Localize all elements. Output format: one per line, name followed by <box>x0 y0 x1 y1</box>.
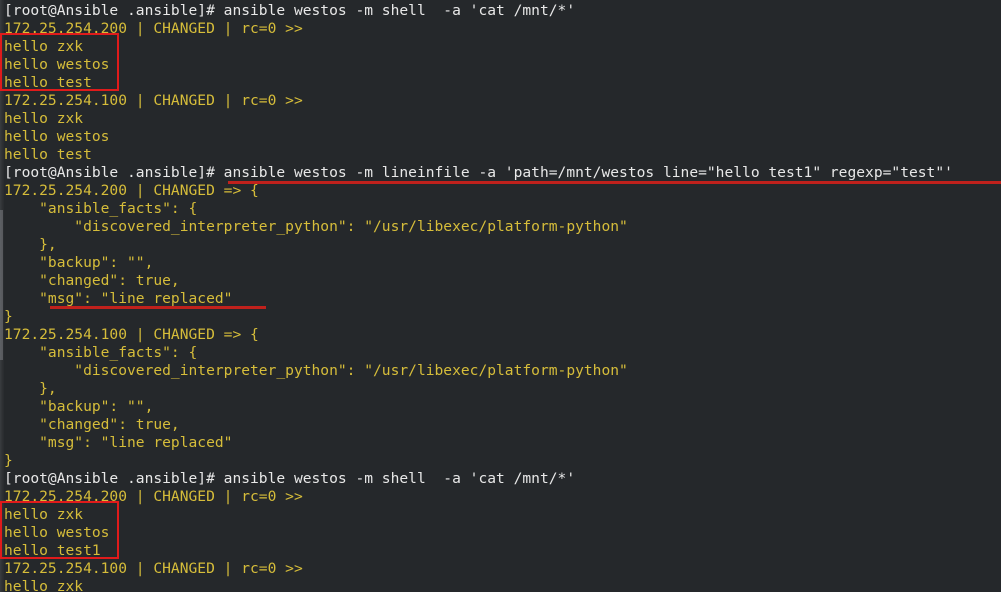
terminal-line: hello test <box>4 146 92 163</box>
terminal-output-area[interactable]: [root@Ansible .ansible]# ansible westos … <box>0 0 1001 592</box>
terminal-line: [root@Ansible .ansible]# ansible westos … <box>4 164 953 181</box>
terminal-line: hello test <box>4 74 92 91</box>
terminal-line: [root@Ansible .ansible]# ansible westos … <box>4 470 576 487</box>
terminal-line: "ansible_facts": { <box>4 344 198 361</box>
terminal-line: } <box>4 308 13 325</box>
terminal-window[interactable]: [root@Ansible .ansible]# ansible westos … <box>0 0 1001 592</box>
terminal-line: hello test1 <box>4 542 101 559</box>
terminal-line: "discovered_interpreter_python": "/usr/l… <box>4 362 628 379</box>
terminal-line: [root@Ansible .ansible]# ansible westos … <box>4 2 576 19</box>
terminal-line: hello westos <box>4 56 110 73</box>
terminal-line: "discovered_interpreter_python": "/usr/l… <box>4 218 628 235</box>
terminal-line: 172.25.254.200 | CHANGED | rc=0 >> <box>4 488 303 505</box>
terminal-line: "changed": true, <box>4 272 180 289</box>
terminal-line: "backup": "", <box>4 254 154 271</box>
terminal-line: 172.25.254.100 | CHANGED | rc=0 >> <box>4 92 303 109</box>
terminal-line: hello zxk <box>4 578 84 592</box>
terminal-line: "changed": true, <box>4 416 180 433</box>
terminal-line: 172.25.254.100 | CHANGED | rc=0 >> <box>4 560 303 577</box>
terminal-line: "backup": "", <box>4 398 154 415</box>
terminal-line: 172.25.254.200 | CHANGED => { <box>4 182 259 199</box>
terminal-line: hello zxk <box>4 110 84 127</box>
terminal-line: hello westos <box>4 524 110 541</box>
terminal-line: "ansible_facts": { <box>4 200 198 217</box>
terminal-line: "msg": "line replaced" <box>4 290 233 307</box>
terminal-line: hello zxk <box>4 506 84 523</box>
terminal-line: 172.25.254.100 | CHANGED => { <box>4 326 259 343</box>
terminal-line: "msg": "line replaced" <box>4 434 233 451</box>
terminal-line: }, <box>4 380 57 397</box>
terminal-line: } <box>4 452 13 469</box>
terminal-line: 172.25.254.200 | CHANGED | rc=0 >> <box>4 20 303 37</box>
terminal-line: hello zxk <box>4 38 84 55</box>
terminal-line: }, <box>4 236 57 253</box>
terminal-line: hello westos <box>4 128 110 145</box>
